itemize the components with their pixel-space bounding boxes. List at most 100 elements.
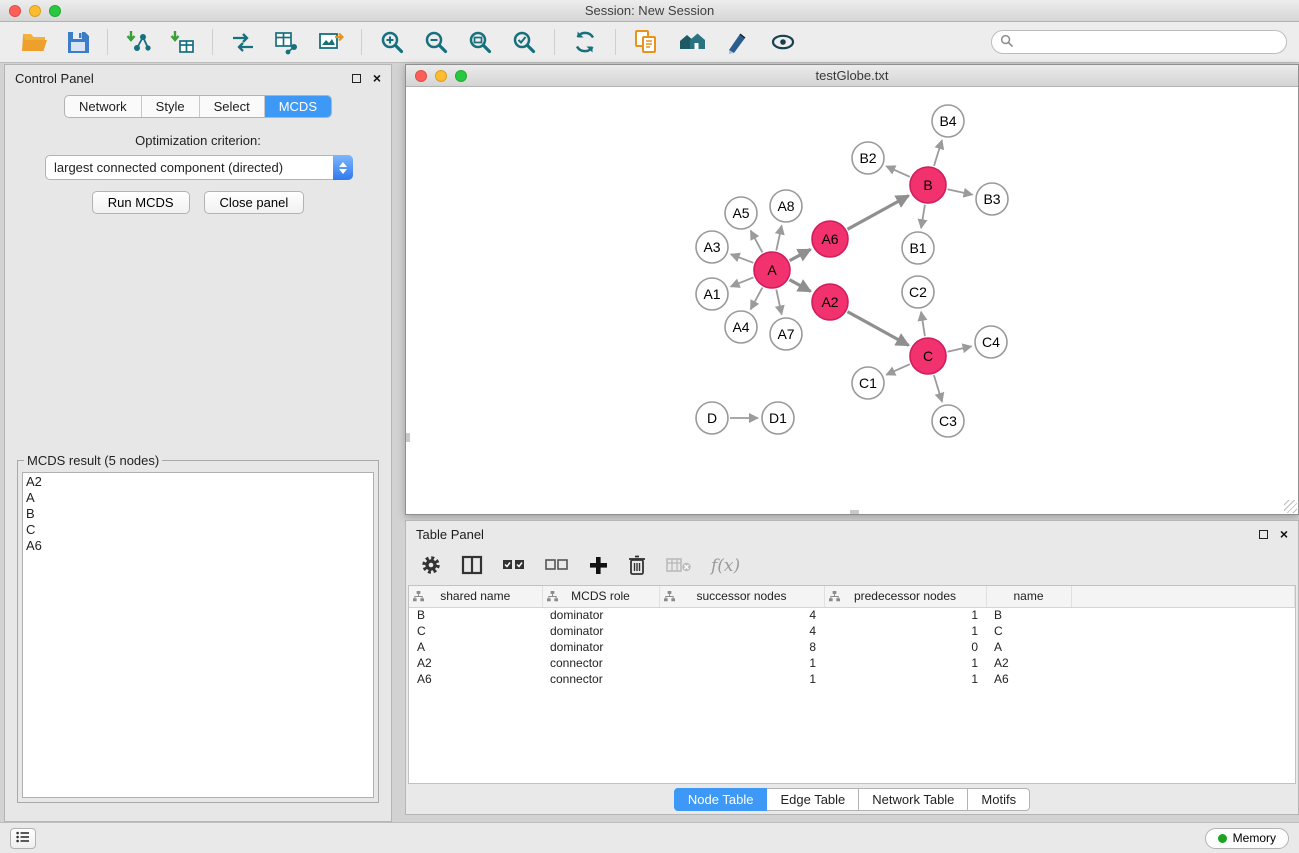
- graph-edge-C-C4[interactable]: [948, 346, 972, 351]
- show-panels-button[interactable]: [10, 828, 36, 849]
- column-header-mcds-role[interactable]: MCDS role: [542, 586, 659, 607]
- graph-edge-C-C1[interactable]: [886, 364, 910, 375]
- save-session-button[interactable]: [64, 28, 92, 56]
- graph-edge-A-A7[interactable]: [776, 290, 781, 315]
- graph-edge-B-B1[interactable]: [921, 205, 925, 228]
- close-panel-icon[interactable]: ×: [1280, 527, 1288, 541]
- graph-edge-C-C3[interactable]: [934, 375, 942, 402]
- graph-node-A8[interactable]: A8: [770, 190, 802, 222]
- open-session-button[interactable]: [19, 28, 50, 56]
- zoom-selected-button[interactable]: [509, 27, 539, 57]
- resize-grip[interactable]: [1284, 500, 1297, 513]
- graph-edge-A6-B[interactable]: [848, 196, 909, 230]
- optimization-criterion-select[interactable]: largest connected component (directed): [45, 155, 353, 180]
- node-table-container[interactable]: shared name MCDS role successor nodes pr…: [408, 585, 1296, 784]
- function-builder-button[interactable]: f(x): [711, 556, 740, 576]
- graph-node-B3[interactable]: B3: [976, 183, 1008, 215]
- tab-edge-table[interactable]: Edge Table: [767, 788, 859, 811]
- search-input[interactable]: [1018, 35, 1278, 49]
- column-header-name[interactable]: name: [986, 586, 1071, 607]
- graph-node-C1[interactable]: C1: [852, 367, 884, 399]
- list-item[interactable]: A6: [26, 538, 370, 554]
- select-all-button[interactable]: [502, 556, 526, 577]
- graph-edge-A-A3[interactable]: [731, 254, 754, 263]
- graph-node-A7[interactable]: A7: [770, 318, 802, 350]
- graph-node-D[interactable]: D: [696, 402, 728, 434]
- graph-node-A3[interactable]: A3: [696, 231, 728, 263]
- network-table-button[interactable]: [272, 27, 302, 57]
- zoom-network-icon[interactable]: [455, 70, 467, 82]
- list-item[interactable]: B: [26, 506, 370, 522]
- table-row[interactable]: Cdominator41C: [409, 623, 1295, 639]
- tab-select[interactable]: Select: [199, 96, 264, 117]
- graph-edge-A2-C[interactable]: [848, 312, 909, 346]
- float-panel-icon[interactable]: [352, 74, 361, 83]
- export-image-button[interactable]: [316, 27, 346, 57]
- graph-node-B[interactable]: B: [910, 167, 946, 203]
- zoom-window-icon[interactable]: [49, 5, 61, 17]
- list-item[interactable]: C: [26, 522, 370, 538]
- graph-edge-C-C2[interactable]: [921, 312, 925, 336]
- refresh-layout-button[interactable]: [570, 27, 600, 57]
- zoom-fit-button[interactable]: [465, 27, 495, 57]
- mcds-result-list[interactable]: A2 A B C A6: [22, 472, 374, 798]
- close-network-icon[interactable]: [415, 70, 427, 82]
- graph-edge-B-B2[interactable]: [886, 166, 910, 177]
- close-panel-icon[interactable]: ×: [373, 71, 381, 85]
- run-mcds-button[interactable]: Run MCDS: [92, 191, 190, 214]
- column-header-predecessor-nodes[interactable]: predecessor nodes: [824, 586, 986, 607]
- graph-node-A1[interactable]: A1: [696, 278, 728, 310]
- graph-node-B4[interactable]: B4: [932, 105, 964, 137]
- import-table-button[interactable]: [167, 27, 197, 57]
- table-row[interactable]: A6connector11A6: [409, 671, 1295, 687]
- graph-node-B1[interactable]: B1: [902, 232, 934, 264]
- table-row[interactable]: Adominator80A: [409, 639, 1295, 655]
- graph-edge-A-A2[interactable]: [790, 280, 811, 292]
- network-graph[interactable]: B4 B2 B B3 A5 A8 A6 B1 A3 A C2 A1 A2 A4 A7 C4 C C1 C3 D D1: [406, 87, 1298, 514]
- graph-node-A2[interactable]: A2: [812, 284, 848, 320]
- graph-node-A5[interactable]: A5: [725, 197, 757, 229]
- table-settings-button[interactable]: [420, 554, 442, 579]
- graph-edge-A-A6[interactable]: [790, 249, 811, 260]
- search-field[interactable]: [991, 30, 1287, 54]
- graph-node-A6[interactable]: A6: [812, 221, 848, 257]
- graph-edge-A-A5[interactable]: [751, 231, 763, 253]
- graph-node-C4[interactable]: C4: [975, 326, 1007, 358]
- close-window-icon[interactable]: [9, 5, 21, 17]
- import-network-button[interactable]: [123, 27, 153, 57]
- graph-node-B2[interactable]: B2: [852, 142, 884, 174]
- tab-network-table[interactable]: Network Table: [859, 788, 968, 811]
- graph-node-A4[interactable]: A4: [725, 311, 757, 343]
- close-panel-button[interactable]: Close panel: [204, 191, 305, 214]
- column-header-shared-name[interactable]: shared name: [409, 586, 542, 607]
- apply-style-button[interactable]: [723, 27, 753, 57]
- graph-edge-A-A8[interactable]: [776, 226, 781, 251]
- column-header-successor-nodes[interactable]: successor nodes: [659, 586, 824, 607]
- minimize-network-icon[interactable]: [435, 70, 447, 82]
- minimize-window-icon[interactable]: [29, 5, 41, 17]
- graph-node-A[interactable]: A: [754, 252, 790, 288]
- graph-edge-B-B3[interactable]: [948, 189, 973, 194]
- graph-edge-B-B4[interactable]: [934, 140, 942, 166]
- open-recent-button[interactable]: [631, 27, 661, 57]
- delete-column-button[interactable]: [627, 554, 647, 579]
- tab-motifs[interactable]: Motifs: [968, 788, 1030, 811]
- graph-node-C[interactable]: C: [910, 338, 946, 374]
- memory-button[interactable]: Memory: [1205, 828, 1289, 849]
- table-row[interactable]: A2connector11A2: [409, 655, 1295, 671]
- show-hide-button[interactable]: [767, 27, 799, 57]
- add-column-button[interactable]: [588, 555, 608, 578]
- graph-node-D1[interactable]: D1: [762, 402, 794, 434]
- list-item[interactable]: A2: [26, 474, 370, 490]
- tab-style[interactable]: Style: [141, 96, 199, 117]
- unselect-all-button[interactable]: [545, 556, 569, 577]
- show-columns-button[interactable]: [461, 554, 483, 579]
- graph-node-C2[interactable]: C2: [902, 276, 934, 308]
- zoom-in-button[interactable]: [377, 27, 407, 57]
- graph-node-C3[interactable]: C3: [932, 405, 964, 437]
- zoom-out-button[interactable]: [421, 27, 451, 57]
- graph-edge-A-A4[interactable]: [751, 288, 763, 310]
- list-item[interactable]: A: [26, 490, 370, 506]
- table-row[interactable]: Bdominator41B: [409, 607, 1295, 623]
- home-button[interactable]: [675, 27, 709, 57]
